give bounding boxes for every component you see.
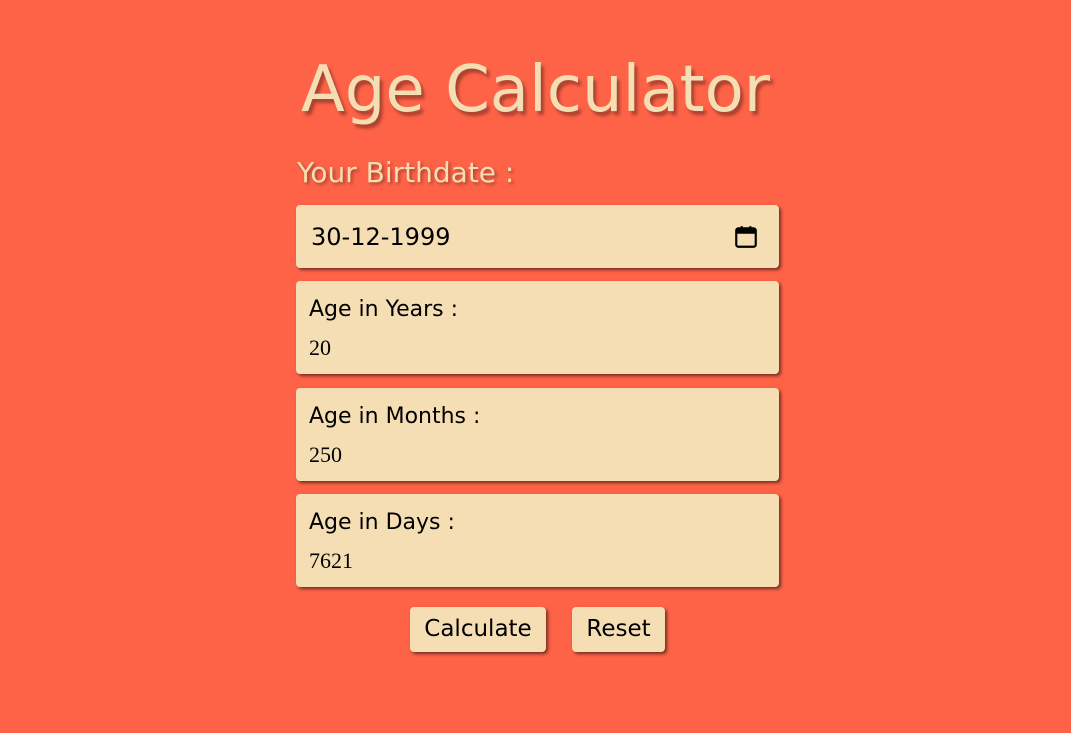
age-years-card: Age in Years : 20 xyxy=(296,281,779,374)
age-months-label: Age in Months : xyxy=(309,404,481,429)
birthdate-label: Your Birthdate : xyxy=(297,156,515,189)
birthdate-value: 30-12-1999 xyxy=(311,223,451,251)
calendar-icon[interactable] xyxy=(733,224,759,250)
age-months-value: 250 xyxy=(309,442,342,467)
age-days-card: Age in Days : 7621 xyxy=(296,494,779,587)
reset-button[interactable]: Reset xyxy=(572,607,665,652)
age-months-card: Age in Months : 250 xyxy=(296,388,779,481)
age-years-value: 20 xyxy=(309,335,331,360)
age-years-label: Age in Years : xyxy=(309,297,459,322)
calculate-button[interactable]: Calculate xyxy=(410,607,546,652)
age-days-value: 7621 xyxy=(309,548,353,573)
birthdate-input[interactable]: 30-12-1999 xyxy=(296,205,779,268)
age-days-label: Age in Days : xyxy=(309,510,455,535)
page-title: Age Calculator xyxy=(300,53,771,127)
